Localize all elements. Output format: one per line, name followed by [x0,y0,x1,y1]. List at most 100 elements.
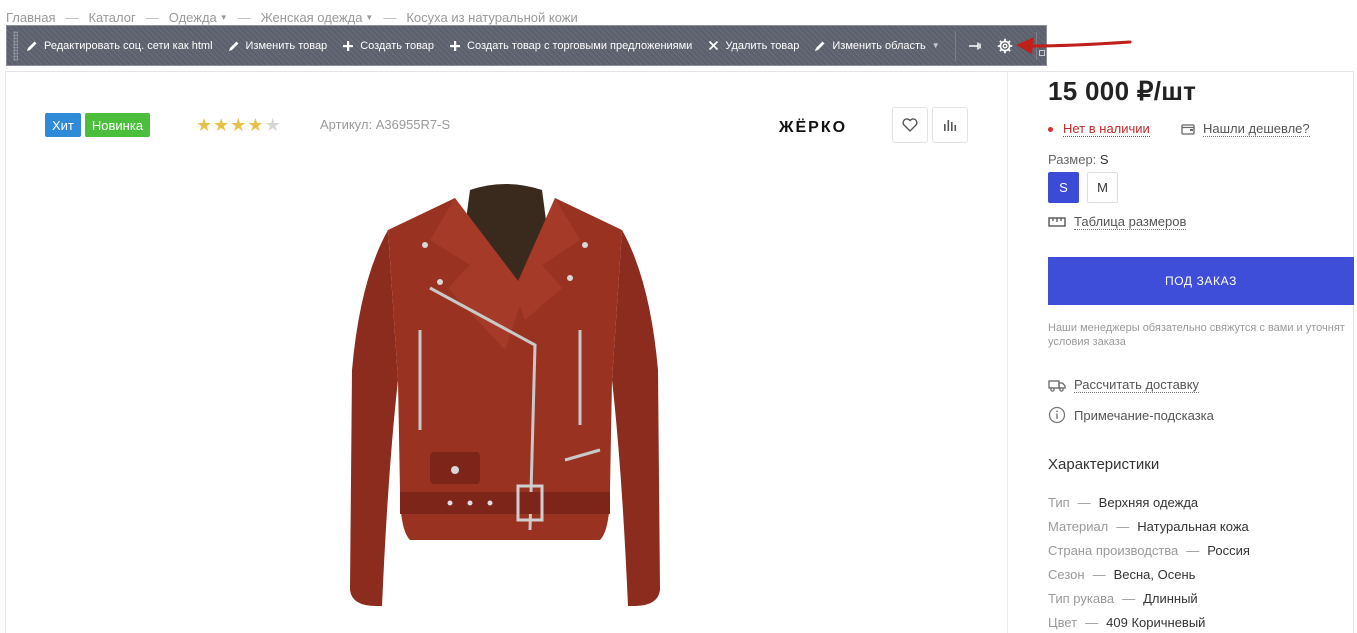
characteristic-key: Цвет [1048,614,1078,630]
breadcrumb-clothing[interactable]: Одежда [169,10,217,25]
edit-social-button[interactable]: Редактировать соц. сети как html [26,40,213,52]
characteristic-key: Сезон [1048,566,1085,582]
stock-status: Нет в наличии [1048,121,1150,137]
pencil-icon [228,40,240,52]
characteristic-dash: — [1122,590,1136,606]
characteristics-title: Характеристики [1048,456,1160,473]
edit-area-label: Изменить область [832,39,926,52]
product-price: 15 000 ₽/шт [1048,76,1197,106]
characteristic-dash: — [1085,614,1099,630]
characteristic-row: Тип — Верхняя одежда [1048,490,1250,514]
characteristic-key: Тип [1048,494,1070,510]
star-icon: ★ [196,115,213,135]
breadcrumb-separator: — [65,10,79,25]
breadcrumb-separator: — [145,10,159,25]
status-dot-icon [1048,126,1053,132]
drag-handle[interactable] [13,30,18,61]
characteristic-key: Страна производства [1048,542,1179,558]
star-empty-icon: ★ [264,115,281,135]
product-image[interactable] [280,170,730,620]
characteristic-dash: — [1092,566,1106,582]
size-label: Размер: S [1048,152,1109,167]
edit-social-label: Редактировать соц. сети как html [44,39,213,52]
chevron-down-icon: ▼ [931,41,940,50]
ruler-icon [1048,217,1066,227]
size-table-label: Таблица размеров [1074,214,1187,230]
characteristic-row: Страна производства — Россия [1048,538,1250,562]
compare-icon [944,120,957,131]
chevron-down-icon[interactable]: ▼ [365,13,373,22]
plus-icon [449,40,461,52]
calculate-delivery-link[interactable]: Рассчитать доставку [1048,377,1200,393]
breadcrumb-catalog[interactable]: Каталог [88,10,135,25]
star-icon: ★ [247,115,264,135]
size-table-link[interactable]: Таблица размеров [1048,214,1187,230]
rating-stars: ★ ★ ★ ★ ★ [196,115,282,136]
found-cheaper-label: Нашли дешевле? [1203,121,1310,137]
characteristic-dash: — [1116,518,1130,534]
breadcrumb-home[interactable]: Главная [6,10,55,25]
characteristic-dash: — [1077,494,1091,510]
chevron-down-icon[interactable]: ▼ [220,13,228,22]
info-icon [1048,406,1066,424]
create-product-label: Создать товар [360,39,435,52]
characteristic-row: Цвет — 409 Коричневый [1048,610,1250,633]
compare-button[interactable] [932,107,968,143]
stock-status-text[interactable]: Нет в наличии [1063,121,1150,137]
order-button[interactable]: ПОД ЗАКАЗ [1048,257,1354,305]
breadcrumb: Главная — Каталог — Одежда ▼ — Женская о… [6,10,578,25]
characteristic-key: Тип рукава [1048,590,1115,606]
close-icon [707,40,719,52]
heart-icon [902,118,918,132]
article-value: A36955R7-S [375,117,451,132]
size-options: S M [1048,172,1118,203]
pin-icon[interactable] [964,35,986,57]
pencil-icon [814,40,826,52]
breadcrumb-womens-clothing[interactable]: Женская одежда [261,10,363,25]
calculate-delivery-label: Рассчитать доставку [1074,377,1200,393]
star-icon: ★ [213,115,230,135]
delete-product-label: Удалить товар [725,39,800,52]
breadcrumb-current: Косуха из натуральной кожи [406,10,578,25]
breadcrumb-separator: — [383,10,397,25]
breadcrumb-separator: — [237,10,251,25]
red-arrow-annotation [1016,37,1132,54]
size-option-s[interactable]: S [1048,172,1079,203]
characteristic-row: Материал — Натуральная кожа [1048,514,1250,538]
brand-logo[interactable]: ЖЁРКО [779,119,847,137]
hint-label: Примечание-подсказка [1074,407,1214,423]
edit-area-button[interactable]: Изменить область ▼ [814,39,940,52]
size-selected-value: S [1099,152,1109,167]
plus-icon [342,40,354,52]
article-label: Артикул: [320,117,373,132]
characteristic-row: Сезон — Весна, Осень [1048,562,1250,586]
star-icon: ★ [230,115,247,135]
delete-product-button[interactable]: Удалить товар [707,40,799,52]
hint-note[interactable]: Примечание-подсказка [1048,406,1214,424]
admin-toolbar: Редактировать соц. сети как html Изменит… [6,25,1047,66]
edit-product-label: Изменить товар [245,39,328,52]
truck-icon [1048,379,1066,392]
wallet-icon [1181,124,1195,135]
create-with-offers-label: Создать товар с торговыми предложениями [467,39,693,52]
edit-product-button[interactable]: Изменить товар [228,39,328,52]
characteristic-value: Россия [1207,542,1250,558]
badge-hit: Хит [45,113,81,137]
characteristic-value: Натуральная кожа [1137,518,1249,534]
characteristics-list: Тип — Верхняя одежда Материал — Натураль… [1048,490,1250,633]
create-product-button[interactable]: Создать товар [342,40,434,52]
manager-note: Наши менеджеры обязательно свяжутся с ва… [1048,322,1345,348]
characteristic-value: Верхняя одежда [1098,494,1199,510]
found-cheaper-link[interactable]: Нашли дешевле? [1181,121,1310,137]
badge-new: Новинка [84,113,151,137]
badges: Хит Новинка [45,113,151,137]
favorite-button[interactable] [892,107,928,143]
characteristic-key: Материал [1048,518,1109,534]
pencil-icon [26,40,38,52]
create-with-offers-button[interactable]: Создать товар с торговыми предложениями [449,40,692,52]
characteristic-value: Длинный [1143,590,1198,606]
size-option-m[interactable]: M [1087,172,1118,203]
article: Артикул: A36955R7-S [320,117,450,132]
characteristic-value: 409 Коричневый [1106,614,1206,630]
characteristic-row: Тип рукава — Длинный [1048,586,1250,610]
